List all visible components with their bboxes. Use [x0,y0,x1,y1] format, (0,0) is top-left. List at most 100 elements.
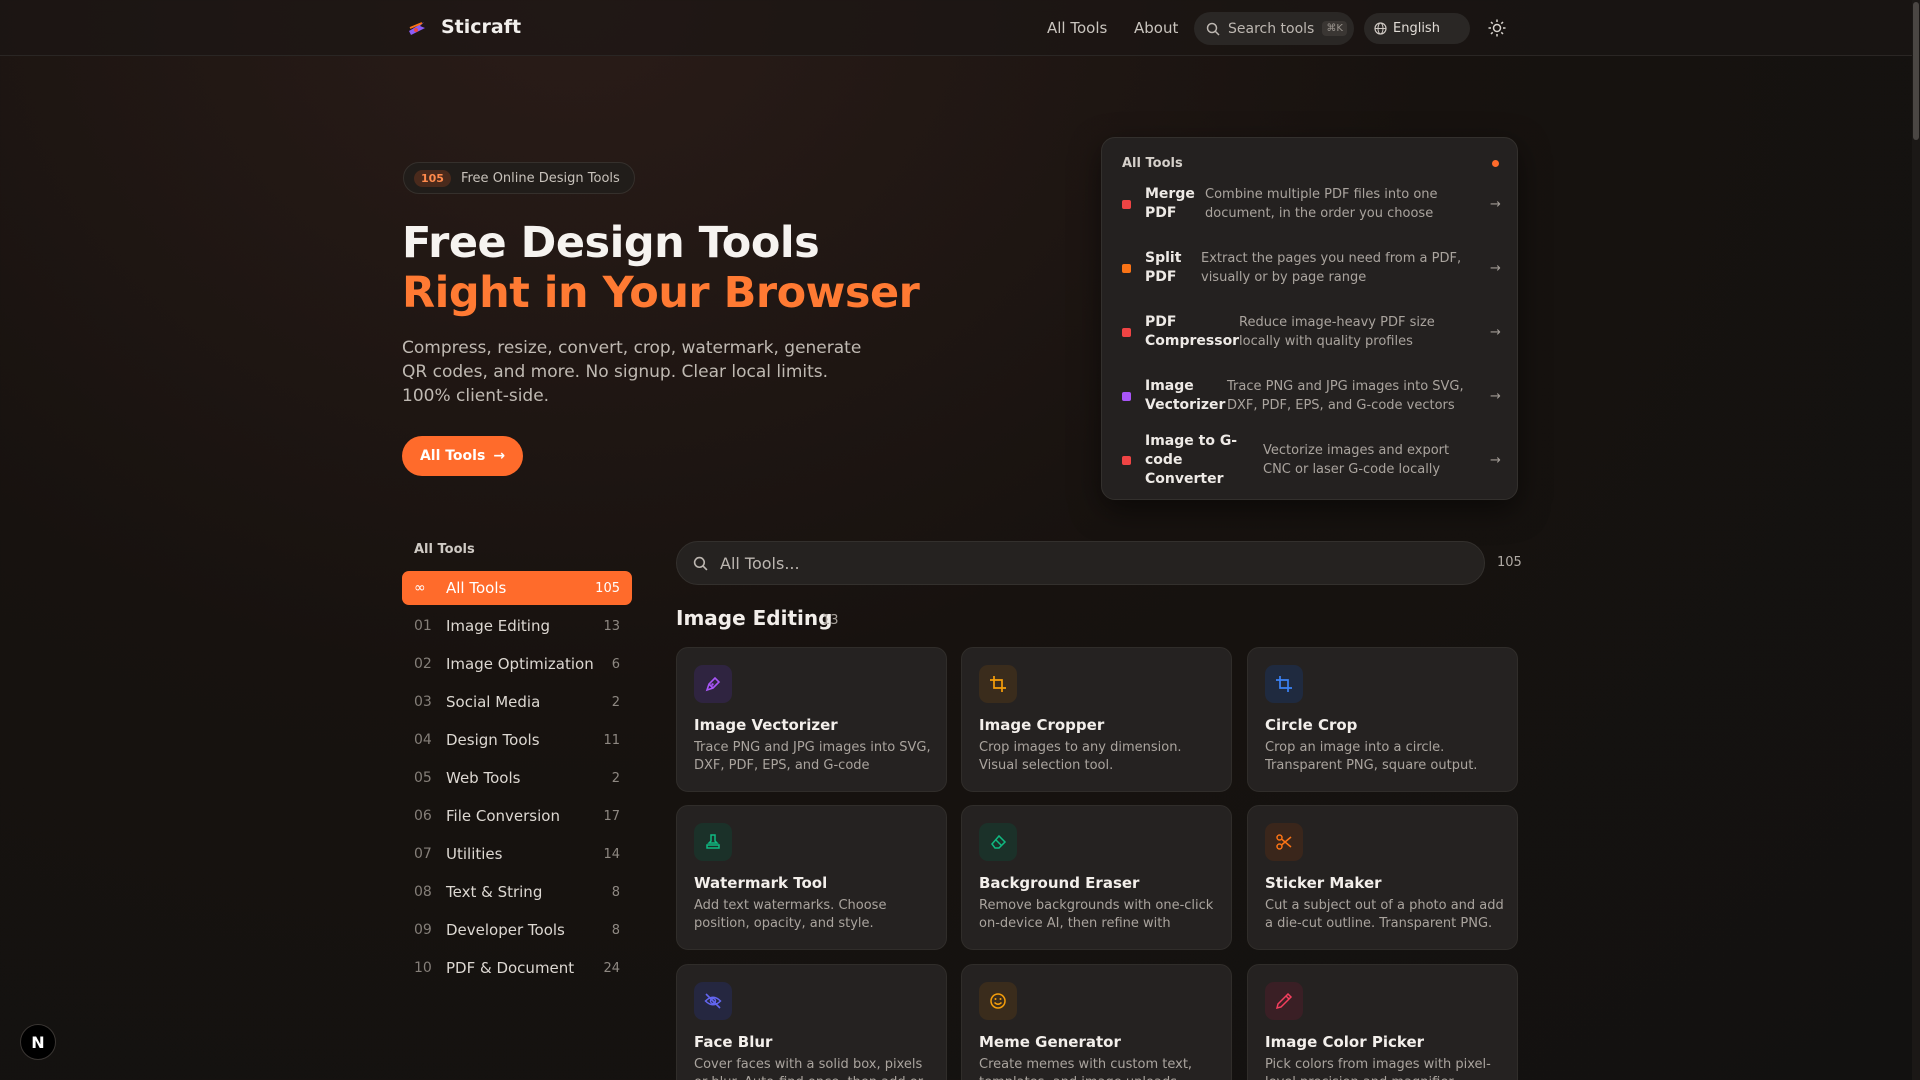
arrow-right-icon: → [1490,388,1501,404]
sidebar-category-item[interactable]: ∞ All Tools 105 [402,571,632,605]
tool-card[interactable]: Meme Generator Create memes with custom t… [961,964,1232,1080]
category-count: 2 [611,770,620,786]
language-label: English [1393,21,1440,36]
tool-card-title: Face Blur [694,1033,773,1051]
tool-card[interactable]: Watermark Tool Add text watermarks. Choos… [676,805,947,950]
featured-tool-row[interactable]: Image to G-code Converter Vectorize image… [1122,428,1502,492]
header-search-button[interactable]: Search tools ⌘K [1194,12,1354,45]
tool-color-bullet [1122,391,1131,401]
tool-card[interactable]: Image Cropper Crop images to any dimensio… [961,647,1232,792]
category-count: 11 [603,732,620,748]
sidebar-category-item[interactable]: 07 Utilities 14 [402,837,632,871]
category-count: 2 [611,694,620,710]
featured-tool-desc: Extract the pages you need from a PDF, v… [1201,251,1462,285]
category-count: 8 [611,922,620,938]
brand-logo-icon[interactable] [406,17,428,39]
category-label: Developer Tools [446,921,565,939]
hero-badge-text: Free Online Design Tools [460,170,620,186]
tools-total-count: 105 [1497,555,1522,570]
hero-description: Compress, resize, convert, crop, waterma… [402,338,862,406]
category-label: Design Tools [446,731,540,749]
featured-tool-desc: Combine multiple PDF files into one docu… [1205,187,1438,221]
search-shortcut: ⌘K [1322,21,1347,36]
tool-card-description: Pick colors from images with pixel-level… [1265,1057,1491,1080]
category-number: 05 [414,770,432,786]
hero-cta-label: All Tools [419,448,486,464]
category-number: 06 [414,808,432,824]
tool-card[interactable]: Image Color Picker Pick colors from image… [1247,964,1518,1080]
crop-icon [979,665,1017,703]
category-number: 03 [414,694,432,710]
category-count: 8 [611,884,620,900]
top-navbar: Sticraft All Tools About Search tools ⌘K… [0,0,1920,56]
section-title: Image Editing [676,606,833,630]
language-selector[interactable]: English [1364,13,1470,44]
tool-card-title: Image Vectorizer [694,716,838,734]
tool-card-title: Sticker Maker [1265,874,1382,892]
tool-card-description: Crop an image into a circle. Transparent… [1265,740,1478,773]
sidebar-category-item[interactable]: 10 PDF & Document 24 [402,951,632,985]
featured-tool-name: Image to G-code Converter [1145,432,1238,487]
category-number: ∞ [414,580,426,596]
sidebar-category-item[interactable]: 09 Developer Tools 8 [402,913,632,947]
tools-search-placeholder: All Tools... [720,553,800,573]
globe-icon [1374,22,1387,35]
page-scrollbar[interactable] [1912,0,1920,1080]
featured-tool-row[interactable]: PDF Compressor Reduce image-heavy PDF siz… [1122,300,1502,364]
tool-card[interactable]: Face Blur Cover faces with a solid box, p… [676,964,947,1080]
nav-all-tools[interactable]: All Tools [1047,19,1107,37]
category-number: 08 [414,884,432,900]
featured-tool-row[interactable]: Image Vectorizer Trace PNG and JPG images… [1122,364,1502,428]
tool-card-description: Remove backgrounds with one-click on-dev… [979,898,1214,931]
arrow-right-icon: → [1490,452,1501,468]
featured-tool-name: Split PDF [1145,250,1182,285]
section-count: 13 [822,613,839,628]
featured-tool-desc: Reduce image-heavy PDF size locally with… [1239,315,1435,349]
tool-card[interactable]: Circle Crop Crop an image into a circle. … [1247,647,1518,792]
crop-icon [1265,665,1303,703]
hero-title-line1: Free Design Tools [402,218,820,268]
sidebar-category-item[interactable]: 03 Social Media 2 [402,685,632,719]
nextjs-dev-badge[interactable]: N [20,1024,56,1060]
scrollbar-thumb[interactable] [1913,2,1919,140]
category-label: Web Tools [446,769,521,787]
sidebar-category-item[interactable]: 01 Image Editing 13 [402,609,632,643]
sidebar-category-item[interactable]: 08 Text & String 8 [402,875,632,909]
category-label: Image Editing [446,617,550,635]
sun-icon[interactable] [1487,18,1507,38]
arrow-right-icon: → [1490,196,1501,212]
tools-search-input[interactable]: All Tools... [676,541,1485,585]
sidebar-category-item[interactable]: 06 File Conversion 17 [402,799,632,833]
featured-tools-panel: All Tools Merge PDF Combine multiple PDF … [1101,137,1518,500]
featured-tool-row[interactable]: Split PDF Extract the pages you need from… [1122,236,1502,300]
hero-all-tools-button[interactable]: All Tools → [402,436,523,476]
brand-name[interactable]: Sticraft [441,16,521,38]
stamp-icon [694,823,732,861]
search-icon [1206,22,1220,36]
featured-tool-row[interactable]: Merge PDF Combine multiple PDF files into… [1122,172,1502,236]
category-number: 01 [414,618,432,634]
arrow-right-icon: → [1490,324,1501,340]
nav-about[interactable]: About [1134,19,1178,37]
category-number: 07 [414,846,432,862]
tool-card[interactable]: Sticker Maker Cut a subject out of a phot… [1247,805,1518,950]
category-label: File Conversion [446,807,560,825]
tool-color-bullet [1122,327,1131,337]
category-label: Text & String [446,883,543,901]
featured-tool-desc: Vectorize images and export CNC or laser… [1263,443,1450,477]
tool-card-description: Add text watermarks. Choose position, op… [694,898,887,931]
pipette-icon [1265,982,1303,1020]
tool-card-description: Cut a subject out of a photo and add a d… [1265,898,1504,931]
tool-card-title: Meme Generator [979,1033,1121,1051]
tool-card[interactable]: Background Eraser Remove backgrounds with… [961,805,1232,950]
tool-card[interactable]: Image Vectorizer Trace PNG and JPG images… [676,647,947,792]
eye-off-icon [694,982,732,1020]
sidebar-category-item[interactable]: 02 Image Optimization 6 [402,647,632,681]
sidebar-category-item[interactable]: 05 Web Tools 2 [402,761,632,795]
category-label: All Tools [446,579,507,597]
tool-card-title: Image Color Picker [1265,1033,1425,1051]
tool-card-title: Background Eraser [979,874,1140,892]
sidebar-category-item[interactable]: 04 Design Tools 11 [402,723,632,757]
category-count: 17 [603,808,620,824]
category-label: Utilities [446,845,503,863]
